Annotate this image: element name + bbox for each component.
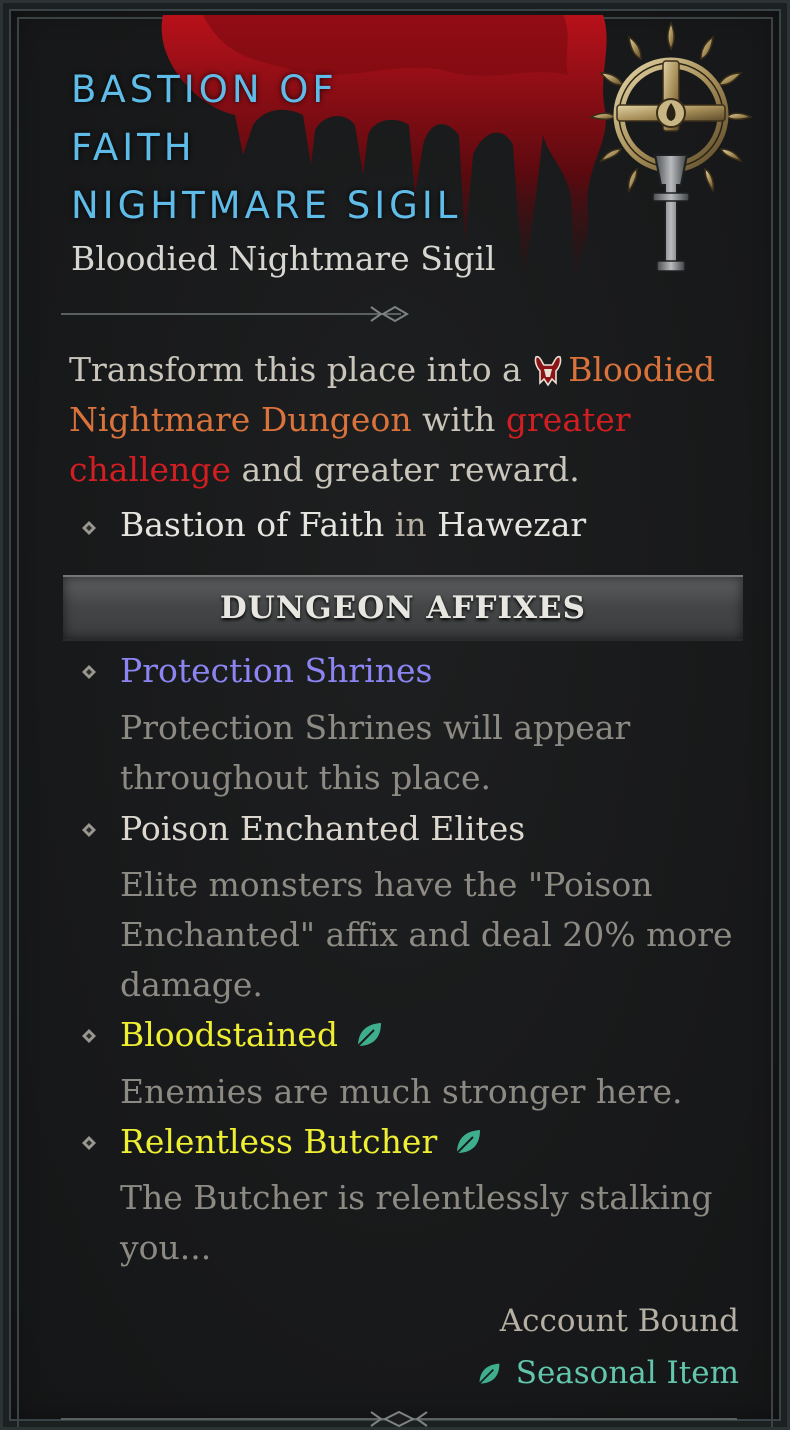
location-connector: in xyxy=(394,505,427,544)
location-dungeon: Bastion of Faith xyxy=(120,505,385,544)
affixes-header: DUNGEON AFFIXES xyxy=(63,575,743,641)
item-tooltip: Bastion of Faith Nightmare Sigil xyxy=(0,0,790,1430)
affixes-header-label: DUNGEON AFFIXES xyxy=(219,590,587,626)
item-description: Transform this place into a Bloodied Nig… xyxy=(69,345,749,495)
affix-name: Bloodstained xyxy=(120,1010,384,1060)
affix-description: Elite monsters have the "Poison Enchante… xyxy=(120,865,733,1004)
item-title-line-2: Faith xyxy=(71,126,196,169)
bullet-diamond-icon xyxy=(82,665,96,679)
item-title: Bastion of Faith Nightmare Sigil xyxy=(71,61,591,235)
bullet-diamond-icon xyxy=(82,1136,96,1150)
divider xyxy=(61,1410,737,1428)
description-text-3: and greater reward. xyxy=(241,450,580,489)
affix-name: Poison Enchanted Elites xyxy=(120,809,526,848)
seasonal-item-label: Seasonal Item xyxy=(476,1355,739,1391)
item-title-line-1: Bastion of xyxy=(71,68,338,111)
account-bound-label: Account Bound xyxy=(499,1303,739,1339)
item-title-line-3: Nightmare Sigil xyxy=(71,184,462,227)
affix-description: The Butcher is relentlessly stalking you… xyxy=(120,1178,713,1267)
seasonal-item-text: Seasonal Item xyxy=(515,1355,739,1391)
description-text-2: with xyxy=(422,400,496,439)
item-type: Bloodied Nightmare Sigil xyxy=(71,239,496,278)
bullet-diamond-icon xyxy=(82,1029,96,1043)
seasonal-leaf-icon xyxy=(456,1130,481,1154)
bloodied-nightmare-icon xyxy=(534,355,562,387)
nightmare-sigil-icon xyxy=(588,21,754,272)
affix-name-label: Relentless Butcher xyxy=(120,1122,438,1161)
affix-name: Protection Shrines xyxy=(120,651,433,690)
bullet-diamond-icon xyxy=(82,823,96,837)
seasonal-leaf-icon xyxy=(478,1363,500,1385)
affix-description: Protection Shrines will appear throughou… xyxy=(120,708,631,797)
bullet-diamond-icon xyxy=(82,521,96,535)
seasonal-leaf-icon xyxy=(357,1023,381,1047)
location-region: Hawezar xyxy=(437,505,587,544)
description-text-1: Transform this place into a xyxy=(69,350,522,389)
affix-description: Enemies are much stronger here. xyxy=(120,1072,683,1111)
divider xyxy=(61,305,409,323)
affix-name: Relentless Butcher xyxy=(120,1117,483,1167)
affix-name-label: Bloodstained xyxy=(120,1015,338,1054)
dungeon-location: Bastion of Faith in Hawezar xyxy=(120,505,586,544)
